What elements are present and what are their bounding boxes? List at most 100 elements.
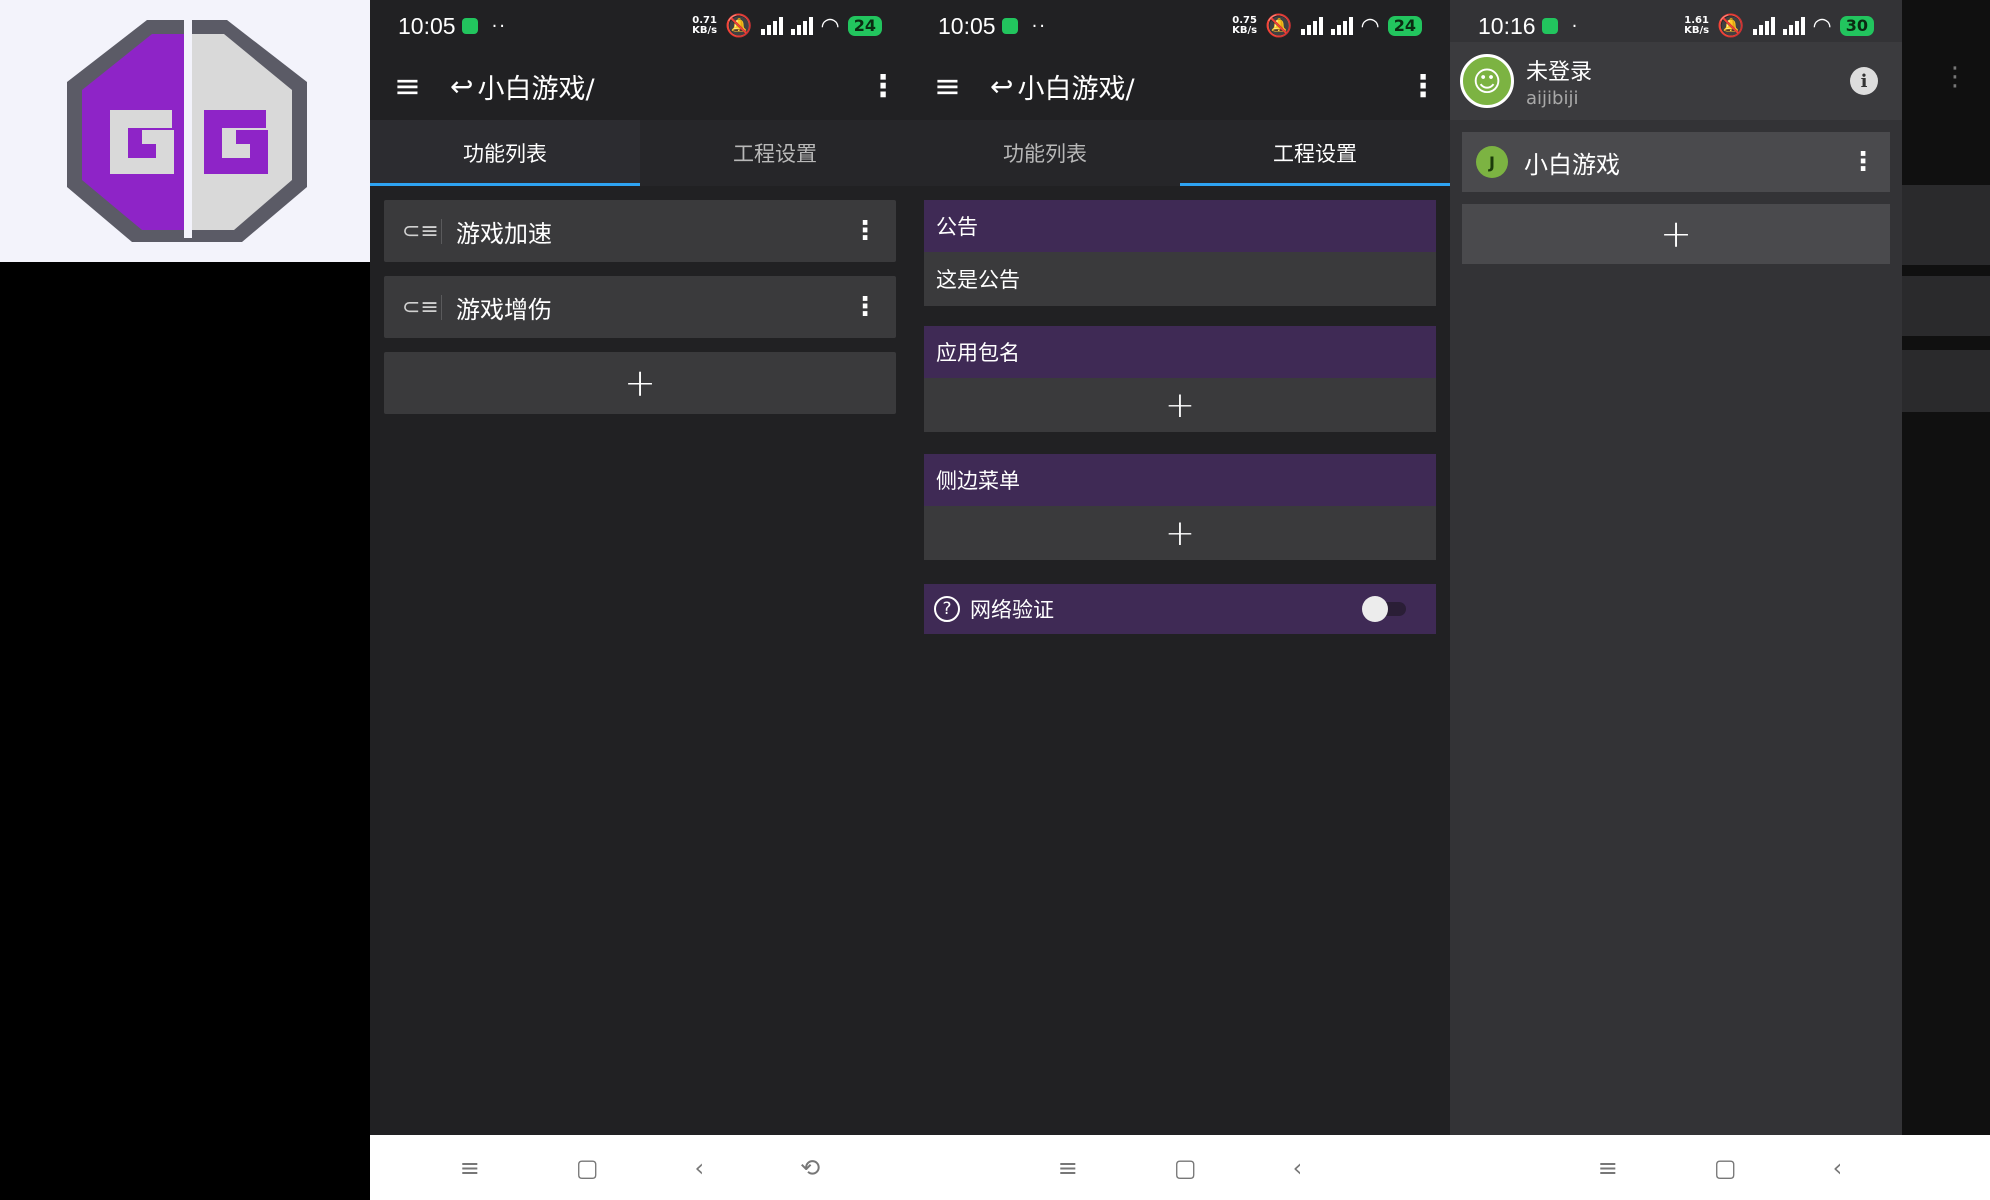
- info-icon[interactable]: i: [1850, 67, 1878, 95]
- status-time: 10:16: [1478, 12, 1536, 39]
- more-vert-icon[interactable]: ⋮: [1408, 69, 1438, 104]
- network-verification-toggle[interactable]: [1362, 596, 1408, 622]
- add-package-button[interactable]: +: [924, 378, 1436, 432]
- add-side-menu-button[interactable]: +: [924, 506, 1436, 560]
- nav-menu-icon[interactable]: ≡: [1598, 1154, 1618, 1182]
- battery-icon: 24: [1387, 16, 1422, 36]
- package-name-section: 应用包名 +: [924, 326, 1436, 432]
- nav-back-icon[interactable]: ‹: [695, 1154, 705, 1182]
- message-icon: [1541, 18, 1558, 34]
- tab-bar: 功能列表 工程设置: [910, 120, 1450, 186]
- background-card: [1900, 185, 1990, 265]
- background-card: [1900, 276, 1990, 336]
- nav-home-icon[interactable]: ▢: [1714, 1154, 1737, 1182]
- battery-icon: 30: [1839, 16, 1874, 36]
- add-project-button[interactable]: +: [1462, 204, 1890, 264]
- network-verification-label: 网络验证: [970, 598, 1054, 622]
- drawer-user-header[interactable]: ☺ 未登录 aijibiji i: [1450, 42, 1902, 120]
- announcement-section: 公告 这是公告: [924, 200, 1436, 306]
- status-time: 10:05: [938, 12, 996, 39]
- message-icon: [461, 18, 478, 34]
- message-icon: [1001, 18, 1018, 34]
- nav-back-icon[interactable]: ‹: [1833, 1154, 1843, 1182]
- project-item[interactable]: J 小白游戏 ⋮: [1462, 132, 1890, 192]
- mute-icon: 🔕: [1717, 13, 1745, 39]
- project-name: 小白游戏: [1524, 150, 1620, 179]
- screen-drawer: 10:16 · 1.61 KB/s 🔕 ◠ 30 ☺ 未登录 aijibiji i…: [1450, 0, 1990, 1200]
- hamburger-menu-icon[interactable]: ≡: [934, 67, 974, 105]
- signal-icon: [760, 17, 783, 35]
- function-label: 游戏加速: [456, 219, 552, 248]
- tab-function-list[interactable]: 功能列表: [910, 120, 1180, 186]
- function-label: 游戏增伤: [456, 295, 552, 324]
- project-path-title: 小白游戏/: [477, 73, 595, 105]
- project-path-title: 小白游戏/: [1017, 73, 1135, 105]
- nav-menu-icon[interactable]: ≡: [460, 1154, 480, 1182]
- system-nav-bar: ≡ ▢ ‹: [1450, 1135, 1990, 1200]
- nav-menu-icon[interactable]: ≡: [1058, 1154, 1078, 1182]
- network-speed: 0.75 KB/s: [1232, 15, 1258, 36]
- black-background: [0, 262, 370, 1200]
- side-menu-section: 侧边菜单 +: [924, 454, 1436, 560]
- section-title: 侧边菜单: [924, 454, 1436, 506]
- help-icon[interactable]: ?: [934, 596, 960, 622]
- app-bar: ≡ ↩ 小白游戏/ ⋮: [370, 52, 910, 120]
- signal-icon: [1300, 17, 1323, 35]
- status-bar: 10:05 ·· 0.71 KB/s 🔕 ◠ 24: [370, 0, 910, 52]
- nav-home-icon[interactable]: ▢: [576, 1154, 599, 1182]
- tab-bar: 功能列表 工程设置: [370, 120, 910, 186]
- system-nav-bar: ≡ ▢ ‹: [910, 1135, 1450, 1200]
- announcement-text[interactable]: 这是公告: [924, 252, 1436, 306]
- status-bar: 10:05 ·· 0.75 KB/s 🔕 ◠ 24: [910, 0, 1450, 52]
- wifi-icon: ◠: [1360, 13, 1380, 39]
- more-vert-icon[interactable]: ⋮: [1850, 147, 1876, 177]
- wifi-icon: ◠: [1812, 13, 1832, 39]
- network-speed: 1.61 KB/s: [1684, 15, 1710, 36]
- function-list-icon: ⊂≡: [402, 294, 442, 320]
- section-title: 应用包名: [924, 326, 1436, 378]
- notification-dots-icon: ··: [1031, 15, 1048, 37]
- tab-project-settings[interactable]: 工程设置: [1180, 120, 1450, 186]
- status-time: 10:05: [398, 12, 456, 39]
- function-list-icon: ⊂≡: [402, 218, 442, 244]
- mute-icon: 🔕: [1265, 13, 1293, 39]
- hamburger-menu-icon[interactable]: ≡: [394, 67, 434, 105]
- system-nav-bar: ≡ ▢ ‹ ⟲: [370, 1135, 910, 1200]
- notification-dots-icon: ·: [1571, 15, 1580, 37]
- reply-back-icon[interactable]: ↩: [990, 70, 1013, 103]
- more-vert-icon[interactable]: ⋮: [868, 69, 898, 104]
- more-vert-icon[interactable]: ⋮: [1942, 62, 1968, 92]
- function-item[interactable]: ⊂≡ 游戏增伤 ⋮: [384, 276, 896, 338]
- screen-function-list: 10:05 ·· 0.71 KB/s 🔕 ◠ 24 ≡ ↩ 小白游戏/ ⋮ 功能列…: [370, 0, 910, 1200]
- navigation-drawer: 10:16 · 1.61 KB/s 🔕 ◠ 30 ☺ 未登录 aijibiji i…: [1450, 0, 1902, 1135]
- gg-logo-icon: [67, 18, 307, 242]
- wifi-icon: ◠: [820, 13, 840, 39]
- user-id: aijibiji: [1526, 87, 1579, 109]
- signal-icon-2: [1782, 17, 1805, 35]
- network-speed: 0.71 KB/s: [692, 15, 718, 36]
- signal-icon: [1752, 17, 1775, 35]
- background-card: [1900, 350, 1990, 412]
- screen-project-settings: 10:05 ·· 0.75 KB/s 🔕 ◠ 24 ≡ ↩ 小白游戏/ ⋮ 功能列…: [910, 0, 1450, 1200]
- section-title: 公告: [924, 200, 1436, 252]
- rotate-icon[interactable]: ⟲: [800, 1154, 820, 1182]
- android-avatar-icon: ☺: [1460, 54, 1514, 108]
- battery-icon: 24: [847, 16, 882, 36]
- more-vert-icon[interactable]: ⋮: [852, 292, 878, 322]
- signal-icon-2: [790, 17, 813, 35]
- network-verification-row: ? 网络验证: [924, 584, 1436, 634]
- reply-back-icon[interactable]: ↩: [450, 70, 473, 103]
- tab-project-settings[interactable]: 工程设置: [640, 120, 910, 186]
- android-project-icon: J: [1476, 146, 1508, 178]
- nav-home-icon[interactable]: ▢: [1174, 1154, 1197, 1182]
- add-function-button[interactable]: +: [384, 352, 896, 414]
- tab-function-list[interactable]: 功能列表: [370, 120, 640, 186]
- more-vert-icon[interactable]: ⋮: [852, 216, 878, 246]
- signal-icon-2: [1330, 17, 1353, 35]
- mute-icon: 🔕: [725, 13, 753, 39]
- app-bar: ≡ ↩ 小白游戏/ ⋮: [910, 52, 1450, 120]
- nav-back-icon[interactable]: ‹: [1293, 1154, 1303, 1182]
- user-name: 未登录: [1526, 59, 1593, 85]
- function-item[interactable]: ⊂≡ 游戏加速 ⋮: [384, 200, 896, 262]
- app-logo-panel: [0, 0, 370, 262]
